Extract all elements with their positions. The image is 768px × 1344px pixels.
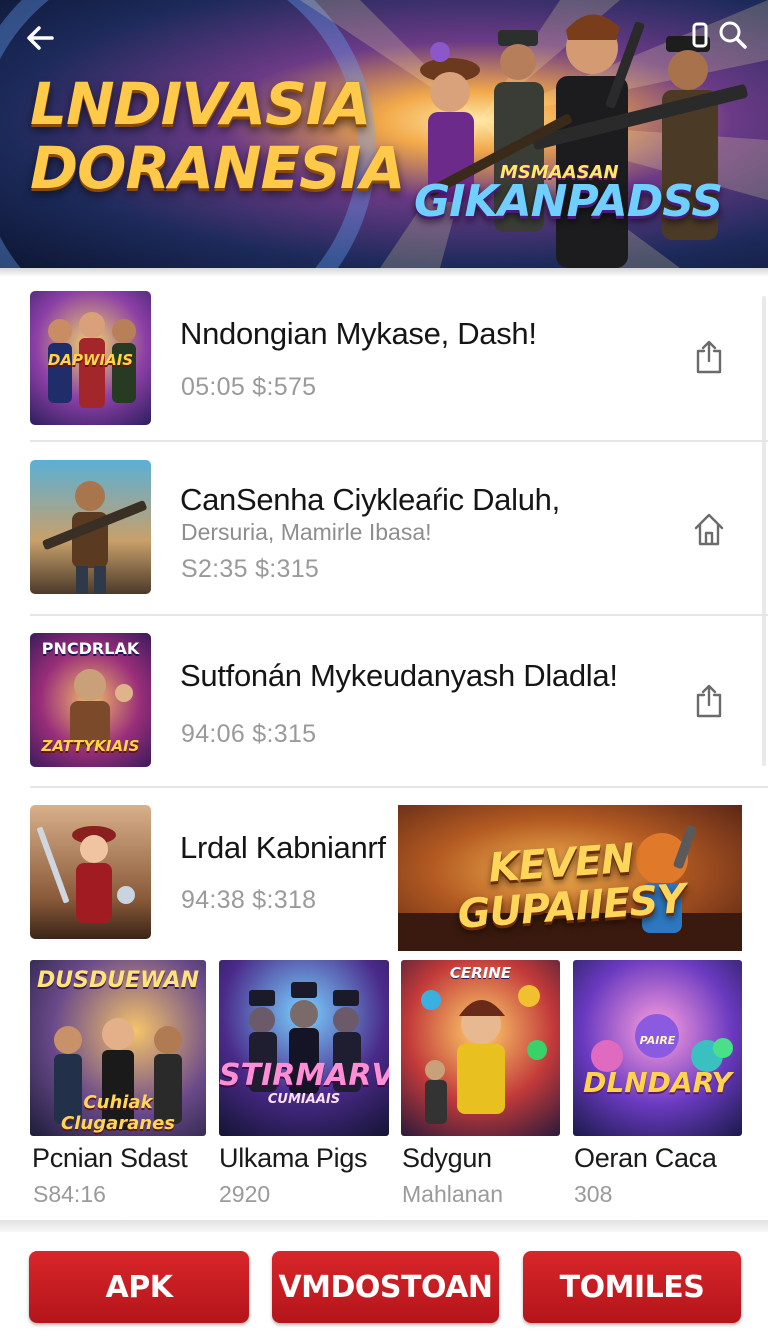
search-icon[interactable] (718, 20, 748, 50)
grid-item-meta: 308 (574, 1181, 613, 1207)
promo-card[interactable]: KEVEN GUPAIIESY (398, 805, 742, 951)
promo-title: KEVEN GUPAIIESY (456, 835, 687, 938)
grid-item-title: Pcnian Sdast (32, 1143, 188, 1173)
card-art-title: STIRMARV (219, 1058, 389, 1093)
item-thumbnail: DAPWIAIS (30, 291, 151, 425)
hero-banner: LNDIVASIA DORANESIA MSMAASAN GIKANPADSS (0, 0, 768, 268)
card-art-title: CERINE (449, 964, 512, 982)
item-meta: S2:35 $:315 (181, 555, 320, 583)
thumb-label: DAPWIAIS (47, 351, 134, 369)
share-icon (696, 340, 722, 374)
card-art-subtitle: Cuhiak Clugaranes (61, 1092, 175, 1134)
thumb-label: ZATTYKIAIS (41, 737, 140, 755)
item-meta: 05:05 $:575 (181, 373, 317, 401)
grid-item-title: Oeran Caca (574, 1143, 717, 1173)
item-thumbnail (30, 805, 151, 939)
card-art-title: DUSDUEWAN (36, 968, 200, 993)
banner-title: LNDIVASIA DORANESIA (30, 70, 405, 202)
grid-card[interactable]: PAIRE DLNDARY (573, 960, 742, 1136)
grid-card[interactable]: DUSDUEWAN Cuhiak Clugaranes (30, 960, 206, 1136)
card-art-title: DLNDARY (583, 1066, 732, 1099)
grid-item-meta: Mahlanan (402, 1181, 504, 1207)
back-button[interactable] (20, 18, 60, 58)
grid-card[interactable]: CERINE (401, 960, 560, 1136)
share-button[interactable] (690, 680, 728, 722)
bottom-bar-shadow (0, 1220, 768, 1232)
arrow-left-icon (27, 26, 54, 50)
grid-item-title: Ulkama Pigs (219, 1143, 368, 1173)
item-meta: 94:06 $:315 (181, 720, 317, 748)
list-item[interactable]: DAPWIAIS Nndongian Mykase, Dash! 05:05 $… (0, 276, 768, 442)
grid-card[interactable]: STIRMARV CUMIAAIS (219, 960, 389, 1136)
item-thumbnail (30, 460, 151, 594)
grid-item-meta: S84:16 (33, 1181, 106, 1207)
item-subtitle: Dersuria, Mamirle Ibasa! (181, 519, 432, 545)
list-item[interactable]: PNCDRLAK ZATTYKIAIS Sutfonán Mykeudanyas… (0, 616, 768, 786)
card-art-subtitle: CUMIAAIS (267, 1092, 341, 1107)
home-button[interactable] (690, 508, 728, 550)
item-title: Nndongian Mykase, Dash! (180, 316, 537, 351)
item-meta: 94:38 $:318 (181, 886, 317, 914)
item-thumbnail: PNCDRLAK ZATTYKIAIS (30, 633, 151, 767)
thumb-label: PNCDRLAK (41, 639, 140, 658)
banner-logo: GIKANPADSS (414, 176, 723, 227)
top-right-icons (692, 20, 748, 50)
list-item[interactable]: CanSenha Ciykleaŕic Daluh, Dersuria, Mam… (0, 442, 768, 614)
banner-shadow (0, 268, 768, 276)
grid-item-meta: 2920 (219, 1181, 271, 1207)
item-title: Sutfonán Mykeudanyash Dladla! (180, 658, 618, 693)
share-button[interactable] (690, 336, 728, 378)
item-title: Lrdal Kabnianrf (180, 830, 386, 865)
phone-icon[interactable] (692, 22, 708, 48)
vmdostoan-button[interactable]: VMDOSTOAN (272, 1251, 499, 1323)
tomiles-button[interactable]: TOMILES (523, 1251, 741, 1323)
apk-button[interactable]: APK (29, 1251, 249, 1323)
card-art-subtitle: PAIRE (639, 1034, 676, 1047)
grid-item-title: Sdygun (402, 1143, 492, 1173)
home-icon (694, 513, 724, 546)
share-icon (696, 684, 722, 718)
item-title: CanSenha Ciykleaŕic Daluh, (180, 482, 560, 517)
